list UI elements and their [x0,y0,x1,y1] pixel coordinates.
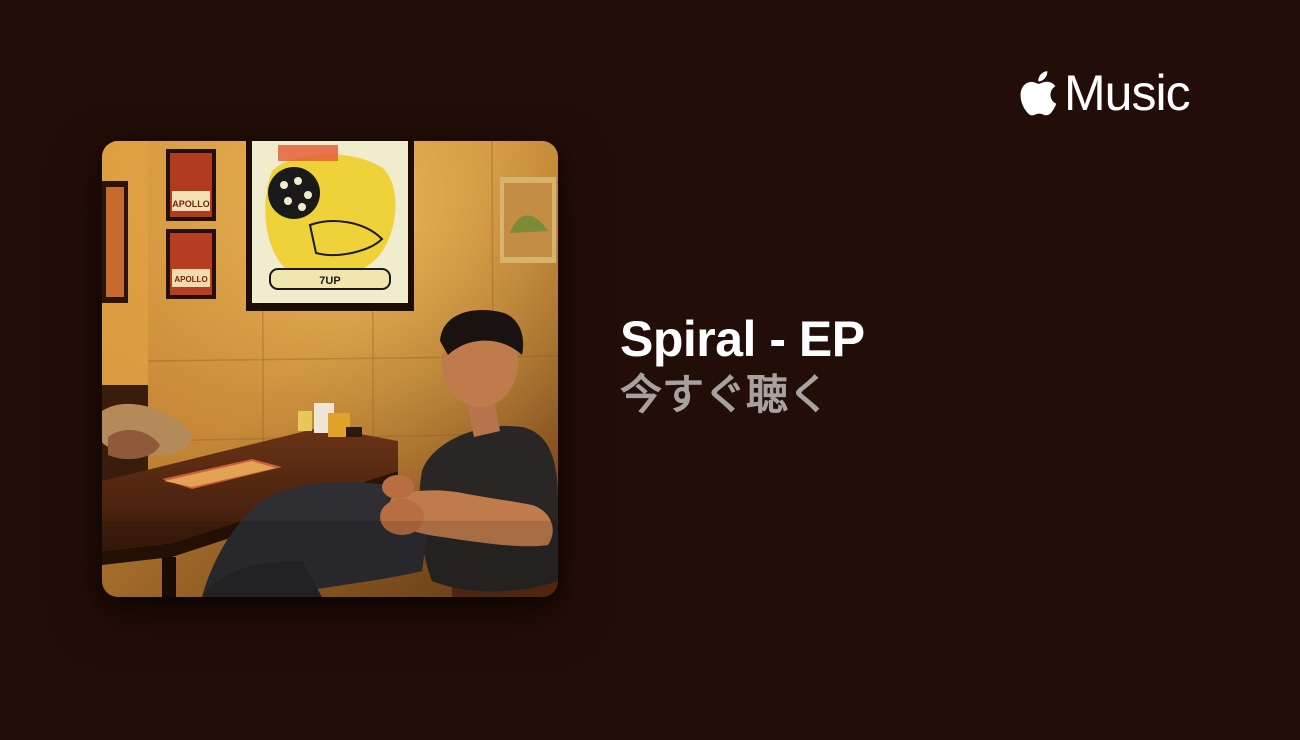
album-artwork[interactable]: APOLLO APOLLO 7UP [102,141,558,597]
apple-music-logo[interactable]: Music [1020,64,1191,122]
poster-text-2: APOLLO [174,275,207,284]
brand-name: Music [1064,65,1191,121]
listen-now-link[interactable]: 今すぐ聴く [620,368,865,422]
album-title: Spiral - EP [620,311,865,367]
sign-text: 7UP [319,275,340,287]
album-info: Spiral - EP 今すぐ聴く [620,310,865,422]
page: Music APOLLO APOLLO 7UP Spiral - EP 今すぐ聴… [0,0,1300,740]
artwork-image: APOLLO APOLLO 7UP [102,141,558,597]
apple-logo-icon [1020,68,1062,118]
poster-text: APOLLO [172,199,210,209]
